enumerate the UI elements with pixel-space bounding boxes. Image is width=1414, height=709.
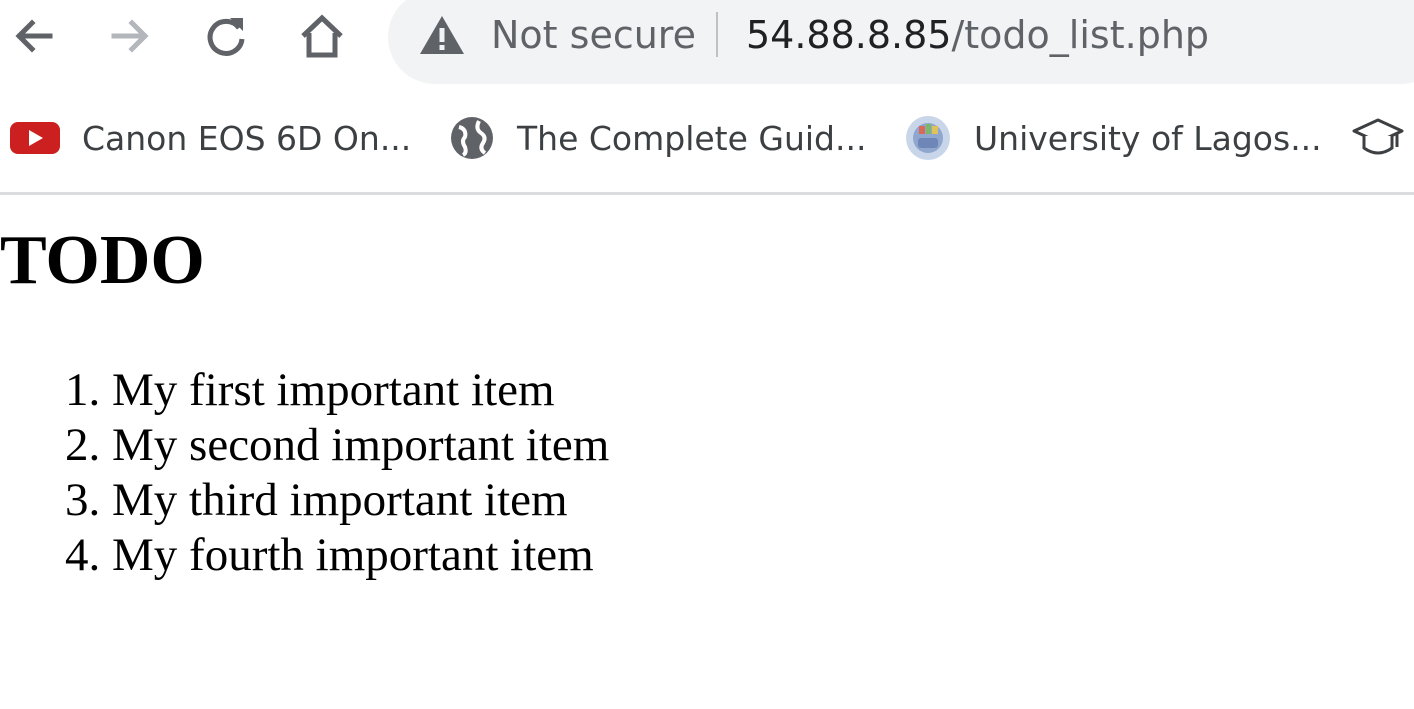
forward-button[interactable] — [102, 8, 158, 64]
bookmark-graduation[interactable] — [1352, 114, 1404, 162]
todo-item: My fourth important item — [112, 528, 609, 583]
url-text[interactable]: 54.88.8.85/todo_list.php — [746, 10, 1209, 60]
bookmark-canon-eos[interactable]: Canon EOS 6D On... — [10, 114, 411, 162]
url-host: 54.88.8.85 — [746, 13, 952, 57]
url-path: /todo_list.php — [951, 13, 1210, 57]
reload-button[interactable] — [198, 8, 254, 64]
security-status-label[interactable]: Not secure — [491, 10, 696, 60]
bookmark-label: The Complete Guid... — [517, 118, 867, 158]
todo-item: My first important item — [112, 363, 609, 418]
home-button[interactable] — [294, 8, 350, 64]
arrow-left-icon — [15, 19, 53, 53]
graduation-cap-icon — [1352, 118, 1404, 155]
bookmark-label: Canon EOS 6D On... — [82, 118, 412, 158]
bookmark-label: University of Lagos... — [974, 118, 1322, 158]
globe-icon — [451, 117, 493, 159]
page-title: TODO — [0, 222, 205, 299]
home-icon — [301, 14, 343, 58]
bookmarks-bar: Canon EOS 6D On... The Complete Guid... … — [0, 96, 1414, 192]
todo-item: My third important item — [112, 473, 609, 528]
youtube-icon — [10, 122, 60, 154]
back-button[interactable] — [6, 8, 62, 64]
arrow-right-icon — [111, 19, 149, 53]
university-icon — [906, 116, 950, 160]
browser-toolbar: Not secure 54.88.8.85/todo_list.php — [0, 0, 1414, 96]
todo-list: My first important item My second import… — [0, 363, 609, 583]
toolbar-separator — [0, 192, 1414, 195]
bookmark-complete-guide[interactable]: The Complete Guid... — [449, 114, 866, 162]
reload-icon — [207, 18, 245, 56]
warning-triangle-icon[interactable] — [418, 14, 466, 56]
omnibox-divider — [716, 12, 718, 57]
bookmark-university-lagos[interactable]: University of Lagos... — [904, 114, 1322, 162]
todo-item: My second important item — [112, 418, 609, 473]
